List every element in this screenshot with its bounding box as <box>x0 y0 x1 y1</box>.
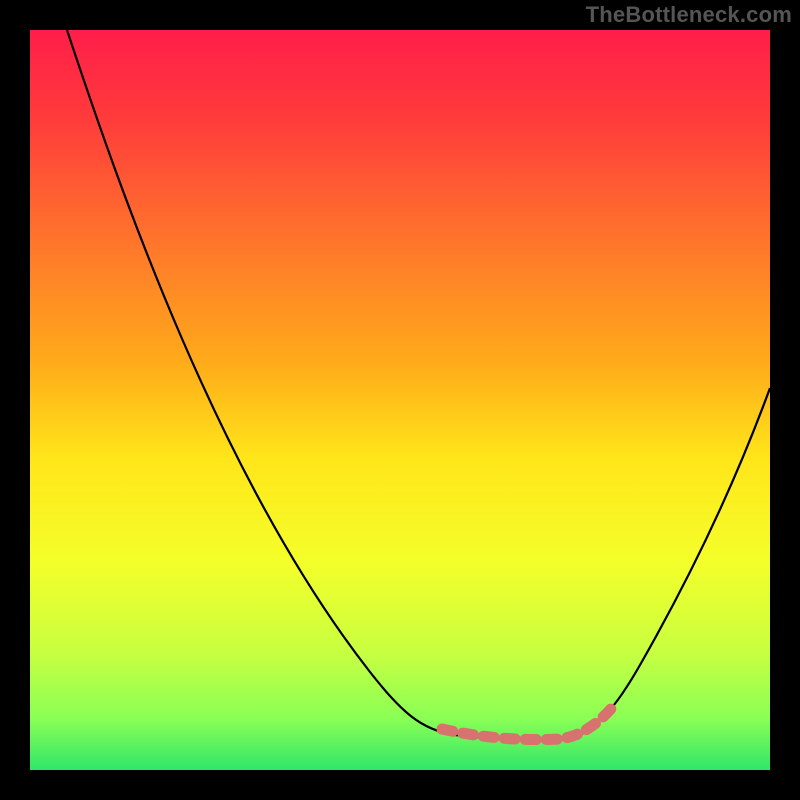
chart-frame: TheBottleneck.com <box>0 0 800 800</box>
watermark-text: TheBottleneck.com <box>586 2 792 28</box>
plot-background-gradient <box>30 30 770 770</box>
bottleneck-curve-plot <box>0 0 800 800</box>
